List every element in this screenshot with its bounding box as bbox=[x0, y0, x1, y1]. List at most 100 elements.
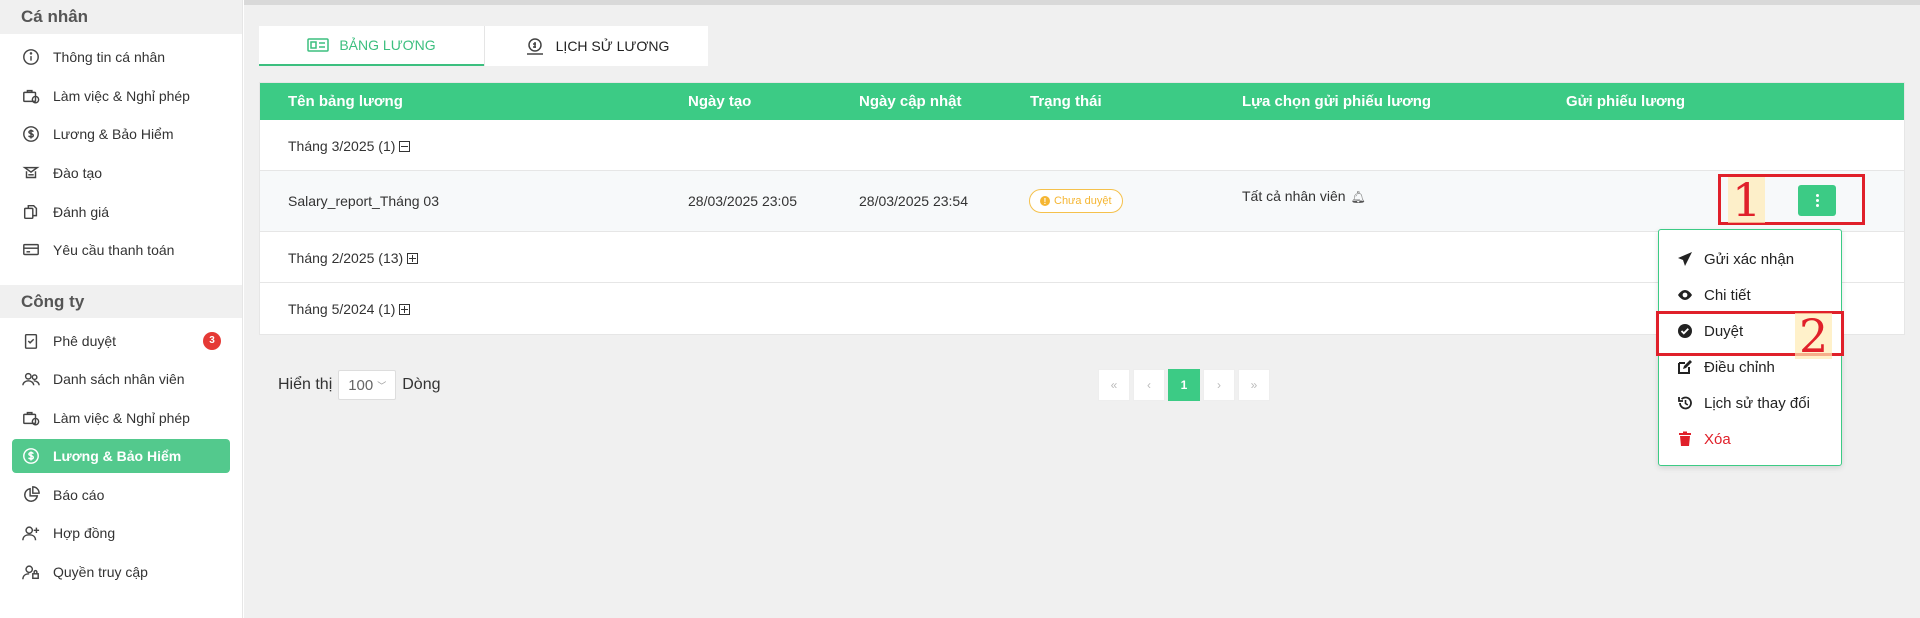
updated-date: 28/03/2025 23:54 bbox=[859, 193, 968, 209]
menu-item-label: Điều chỉnh bbox=[1704, 358, 1775, 376]
send-option-cell[interactable]: Tất cả nhân viên 🔔︎ bbox=[1242, 188, 1366, 204]
user-plus-icon bbox=[21, 523, 41, 543]
warning-icon: ! bbox=[1040, 196, 1050, 206]
salary-history-icon bbox=[526, 38, 543, 55]
annotation-number-1: 1 bbox=[1728, 177, 1766, 223]
menu-item-label: Xóa bbox=[1704, 430, 1731, 448]
tab-label: BẢNG LƯƠNG bbox=[339, 37, 436, 53]
chevron-down-icon: ﹀ bbox=[377, 380, 387, 391]
menu-item-label: Gửi xác nhận bbox=[1704, 250, 1795, 268]
next-page-button[interactable]: › bbox=[1203, 369, 1235, 401]
column-header-send-payslip: Gửi phiếu lương bbox=[1566, 93, 1686, 110]
sidebar-item-label: Làm việc & Nghỉ phép bbox=[53, 410, 190, 427]
column-header-created: Ngày tạo bbox=[688, 93, 752, 110]
menu-item-adjust[interactable]: Điều chỉnh bbox=[1677, 355, 1775, 379]
section-heading-company: Công ty bbox=[0, 284, 242, 318]
sidebar-item-label: Đánh giá bbox=[53, 203, 110, 220]
last-page-button[interactable]: » bbox=[1238, 369, 1270, 401]
sidebar-item-label: Đào tạo bbox=[53, 165, 103, 182]
tab-label: LỊCH SỬ LƯƠNG bbox=[555, 38, 670, 54]
sidebar-item-company-salary[interactable]: Lương & Bảo Hiểm bbox=[12, 439, 230, 474]
sidebar-item-company-work-leave[interactable]: Làm việc & Nghỉ phép bbox=[0, 399, 242, 438]
briefcase-clock-icon bbox=[21, 408, 41, 428]
column-header-send-option: Lựa chọn gửi phiếu lương bbox=[1242, 93, 1432, 110]
menu-item-history[interactable]: Lịch sử thay đổi bbox=[1677, 391, 1810, 415]
send-option-label: Tất cả nhân viên bbox=[1242, 188, 1346, 204]
table-row[interactable]: Salary_report_Tháng 03 28/03/2025 23:05 … bbox=[260, 171, 1904, 232]
group-cell: Tháng 3/2025 (1) bbox=[288, 138, 411, 154]
sidebar-item-label: Lương & Bảo Hiểm bbox=[53, 448, 182, 465]
sidebar-item-label: Báo cáo bbox=[53, 486, 105, 503]
sidebar-item-label: Yêu cầu thanh toán bbox=[53, 242, 175, 259]
sidebar-item-personal-work-leave[interactable]: Làm việc & Nghỉ phép bbox=[0, 77, 242, 116]
page-size-select[interactable]: 100 ﹀ bbox=[338, 370, 397, 400]
sidebar-item-contracts[interactable]: Hợp đồng bbox=[0, 514, 242, 553]
trash-icon bbox=[1679, 431, 1691, 446]
user-lock-icon bbox=[21, 562, 41, 582]
edit-icon bbox=[1678, 360, 1692, 374]
sidebar-item-label: Hợp đồng bbox=[53, 525, 116, 542]
payroll-name: Salary_report_Tháng 03 bbox=[288, 193, 439, 209]
sidebar-item-approval[interactable]: Phê duyệt 3 bbox=[0, 322, 242, 361]
status-badge: ! Chưa duyệt bbox=[1029, 189, 1123, 213]
rating-icon bbox=[21, 202, 41, 222]
menu-item-delete[interactable]: Xóa bbox=[1677, 427, 1731, 451]
graduation-icon bbox=[21, 163, 41, 183]
sidebar-item-reports[interactable]: Báo cáo bbox=[0, 475, 242, 514]
sidebar-item-label: Thông tin cá nhân bbox=[53, 49, 166, 66]
tab-payroll[interactable]: BẢNG LƯƠNG bbox=[259, 26, 484, 66]
eye-icon bbox=[1678, 290, 1692, 300]
sidebar-item-evaluation[interactable]: Đánh giá bbox=[0, 192, 242, 231]
top-divider bbox=[244, 0, 1920, 5]
group-label: Tháng 2/2025 (13) bbox=[288, 250, 404, 266]
annotation-number-2: 2 bbox=[1795, 313, 1833, 359]
tab-bar: BẢNG LƯƠNG LỊCH SỬ LƯƠNG bbox=[259, 26, 708, 66]
dollar-circle-icon bbox=[21, 446, 41, 466]
approval-count-badge: 3 bbox=[203, 331, 221, 350]
menu-item-label: Lịch sử thay đổi bbox=[1704, 394, 1810, 412]
collapse-icon[interactable] bbox=[399, 141, 411, 152]
dollar-circle-icon bbox=[21, 124, 41, 144]
menu-item-label: Chi tiết bbox=[1704, 286, 1751, 304]
sidebar-item-training[interactable]: Đào tạo bbox=[0, 154, 242, 193]
history-icon bbox=[1678, 396, 1692, 410]
send-icon bbox=[1678, 252, 1692, 266]
show-label: Hiển thị bbox=[278, 376, 333, 393]
prev-page-button[interactable]: ‹ bbox=[1133, 369, 1165, 401]
section-heading-personal: Cá nhân bbox=[0, 0, 242, 34]
info-icon bbox=[21, 47, 41, 67]
expand-icon[interactable] bbox=[407, 253, 419, 264]
rows-label: Dòng bbox=[402, 376, 441, 393]
group-row[interactable]: Tháng 3/2025 (1) bbox=[260, 120, 1904, 171]
menu-item-send-confirm[interactable]: Gửi xác nhận bbox=[1677, 247, 1794, 271]
pie-chart-icon bbox=[21, 485, 41, 505]
sidebar-item-access[interactable]: Quyền truy cập bbox=[0, 553, 242, 592]
tab-salary-history[interactable]: LỊCH SỬ LƯƠNG bbox=[484, 26, 708, 66]
status-label: Chưa duyệt bbox=[1054, 195, 1112, 207]
page-1-button[interactable]: 1 bbox=[1168, 369, 1200, 401]
sidebar-item-employee-list[interactable]: Danh sách nhân viên bbox=[0, 360, 242, 399]
sidebar-item-label: Làm việc & Nghỉ phép bbox=[53, 87, 190, 104]
expand-icon[interactable] bbox=[399, 304, 411, 315]
group-label: Tháng 5/2024 (1) bbox=[288, 301, 396, 317]
menu-item-detail[interactable]: Chi tiết bbox=[1677, 283, 1751, 307]
sidebar-item-label: Phê duyệt bbox=[53, 332, 117, 349]
pagination: « ‹ 1 › » bbox=[1098, 369, 1273, 401]
sidebar-item-personal-info[interactable]: Thông tin cá nhân bbox=[0, 38, 242, 77]
first-page-button[interactable]: « bbox=[1098, 369, 1130, 401]
table-header: Tên bảng lương Ngày tạo Ngày cập nhật Tr… bbox=[260, 83, 1904, 120]
payslip-icon bbox=[307, 38, 330, 52]
group-label: Tháng 3/2025 (1) bbox=[288, 138, 396, 154]
sidebar-item-personal-salary[interactable]: Lương & Bảo Hiểm bbox=[0, 115, 242, 154]
group-cell: Tháng 2/2025 (13) bbox=[288, 250, 419, 266]
briefcase-clock-icon bbox=[21, 86, 41, 106]
column-header-name: Tên bảng lương bbox=[288, 93, 403, 110]
sidebar-item-label: Quyền truy cập bbox=[53, 563, 148, 580]
created-date: 28/03/2025 23:05 bbox=[688, 193, 797, 209]
users-icon bbox=[21, 369, 41, 389]
page-size-control: Hiển thị 100 ﹀ Dòng bbox=[278, 370, 441, 400]
column-header-status: Trạng thái bbox=[1030, 93, 1102, 110]
clipboard-check-icon bbox=[21, 331, 41, 351]
sidebar-item-payment-request[interactable]: Yêu cầu thanh toán bbox=[0, 231, 242, 270]
group-cell: Tháng 5/2024 (1) bbox=[288, 301, 411, 317]
